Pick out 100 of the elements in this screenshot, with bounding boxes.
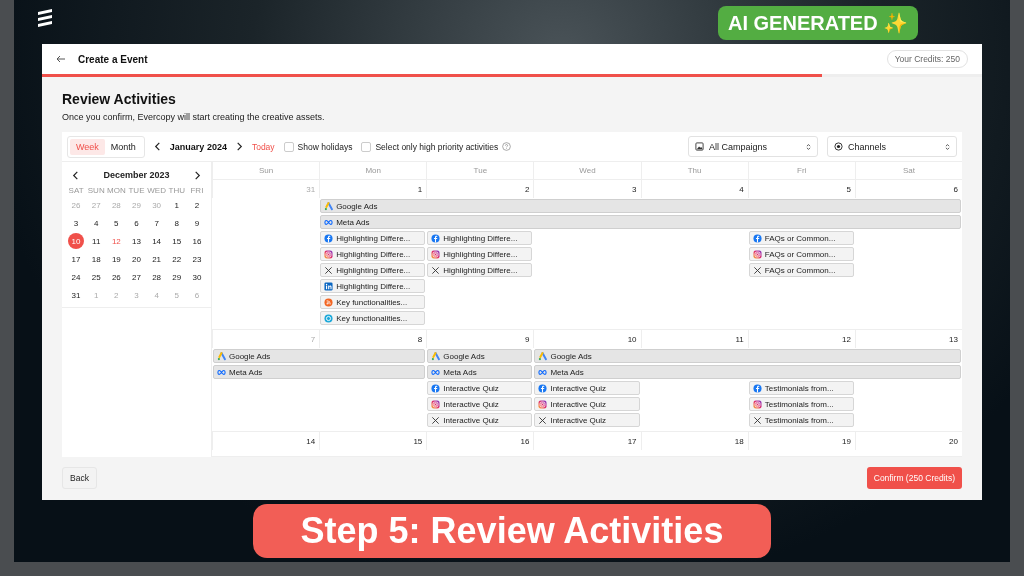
day-number: 4 xyxy=(739,184,744,194)
date-cell[interactable]: 8 xyxy=(168,215,185,231)
checkbox-label: Select only high priority activities xyxy=(375,141,499,152)
activity-chip[interactable]: Testimonials from... xyxy=(748,413,854,427)
date-cell[interactable]: 17 xyxy=(68,251,85,267)
activity-chip[interactable]: Highlighting Differe... xyxy=(320,247,426,261)
activity-chip[interactable]: Key functionalities... xyxy=(320,311,426,325)
camera-icon xyxy=(538,399,548,409)
x-mark-icon xyxy=(752,265,762,275)
activity-chip[interactable]: Testimonials from... xyxy=(748,397,854,411)
camera-icon xyxy=(324,249,334,259)
day-number: 31 xyxy=(306,184,316,194)
date-cell[interactable]: 14 xyxy=(148,233,165,249)
activity-chip[interactable]: Interactive Quiz xyxy=(427,413,533,427)
campaign-bar[interactable]: Meta Ads xyxy=(320,215,961,229)
date-cell[interactable]: 20 xyxy=(128,251,145,267)
activity-chip[interactable]: FAQs or Common... xyxy=(748,247,854,261)
date-cell[interactable]: 6 xyxy=(128,215,145,231)
date-cell[interactable]: 1 xyxy=(168,197,185,213)
activity-chip[interactable]: Key functionalities... xyxy=(320,295,426,309)
activity-chip[interactable]: FAQs or Common... xyxy=(748,263,854,277)
activity-chip[interactable]: Highlighting Differe... xyxy=(320,231,426,245)
date-cell[interactable]: 13 xyxy=(128,233,145,249)
campaign-bar[interactable]: Google Ads xyxy=(427,349,533,363)
date-cell[interactable]: 27 xyxy=(128,269,145,285)
page-title: Review Activities xyxy=(62,91,177,107)
activity-chip[interactable]: Interactive Quiz xyxy=(534,381,640,395)
day-number: 13 xyxy=(949,334,958,344)
day-number: 15 xyxy=(413,436,423,446)
date-cell[interactable]: 10 xyxy=(68,233,85,249)
camera-icon xyxy=(431,249,441,259)
date-cell[interactable]: 26 xyxy=(108,269,125,285)
activity-chip[interactable]: FAQs or Common... xyxy=(748,231,854,245)
infinity-icon xyxy=(431,367,441,377)
activity-chip[interactable]: Interactive Quiz xyxy=(427,381,533,395)
date-cell[interactable]: 12 xyxy=(108,233,125,249)
date-cell[interactable]: 7 xyxy=(148,215,165,231)
checkbox[interactable] xyxy=(283,141,294,152)
day-number: 5 xyxy=(846,184,851,194)
weekday-header: Mon xyxy=(319,162,427,180)
day-number: 20 xyxy=(949,436,958,446)
previous-month-icon[interactable] xyxy=(72,170,79,180)
activity-chip[interactable]: Interactive Quiz xyxy=(534,413,640,427)
date-cell[interactable]: 16 xyxy=(188,233,205,249)
back-button[interactable]: Back xyxy=(62,467,97,489)
weekday-header: Fri xyxy=(747,162,855,180)
day-number: 6 xyxy=(953,184,958,194)
campaign-bar[interactable]: Google Ads xyxy=(534,349,961,363)
filter-select[interactable]: All Campaigns xyxy=(688,136,818,157)
date-cell[interactable]: 29 xyxy=(168,269,185,285)
campaign-bar[interactable]: Meta Ads xyxy=(427,365,533,379)
campaign-bar[interactable]: Google Ads xyxy=(320,199,961,213)
date-cell[interactable]: 22 xyxy=(168,251,185,267)
weekday-label: SUN xyxy=(87,186,105,195)
checkbox[interactable] xyxy=(361,141,372,152)
f-circle-icon xyxy=(431,383,441,393)
activity-chip[interactable]: Highlighting Differe... xyxy=(320,263,426,277)
view-tab[interactable]: Month xyxy=(104,138,142,155)
activity-chip[interactable]: Testimonials from... xyxy=(748,381,854,395)
activity-chip[interactable]: Interactive Quiz xyxy=(534,397,640,411)
activity-chip[interactable]: Highlighting Differe... xyxy=(427,263,533,277)
feed-icon xyxy=(324,297,334,307)
in-square-icon xyxy=(324,281,334,291)
date-cell[interactable]: 23 xyxy=(188,251,205,267)
logo-icon xyxy=(36,8,54,28)
previous-icon[interactable] xyxy=(153,142,161,151)
date-cell[interactable]: 30 xyxy=(188,269,205,285)
date-cell[interactable]: 18 xyxy=(88,251,105,267)
date-cell[interactable]: 11 xyxy=(88,233,105,249)
day-number: 17 xyxy=(627,436,637,446)
date-cell[interactable]: 24 xyxy=(68,269,85,285)
next-month-icon[interactable] xyxy=(194,170,201,180)
today-link[interactable]: Today xyxy=(251,141,275,152)
date-cell[interactable]: 15 xyxy=(168,233,185,249)
date-cell[interactable]: 28 xyxy=(148,269,165,285)
radio-icon xyxy=(834,142,843,151)
date-cell[interactable]: 25 xyxy=(88,269,105,285)
next-icon[interactable] xyxy=(235,142,243,151)
date-cell[interactable]: 31 xyxy=(68,287,85,303)
filter-select[interactable]: Channels xyxy=(827,136,957,157)
back-arrow-icon[interactable] xyxy=(56,55,66,63)
date-cell[interactable]: 19 xyxy=(108,251,125,267)
date-cell[interactable]: 4 xyxy=(88,215,105,231)
day-number: 8 xyxy=(417,334,423,344)
campaign-bar[interactable]: Meta Ads xyxy=(534,365,961,379)
activity-chip[interactable]: Highlighting Differe... xyxy=(427,247,533,261)
activity-chip[interactable]: Interactive Quiz xyxy=(427,397,533,411)
date-cell[interactable]: 9 xyxy=(188,215,205,231)
campaign-bar[interactable]: Google Ads xyxy=(213,349,426,363)
activity-chip[interactable]: Highlighting Differe... xyxy=(320,279,426,293)
date-cell[interactable]: 2 xyxy=(188,197,205,213)
step-banner: Step 5: Review Activities xyxy=(253,504,771,558)
date-cell[interactable]: 5 xyxy=(108,215,125,231)
confirm-button[interactable]: Confirm (250 Credits) xyxy=(866,467,962,489)
day-number: 12 xyxy=(841,334,851,344)
campaign-bar[interactable]: Meta Ads xyxy=(213,365,426,379)
chat-circle-icon xyxy=(324,313,334,323)
date-cell[interactable]: 21 xyxy=(148,251,165,267)
date-cell[interactable]: 3 xyxy=(68,215,85,231)
activity-chip[interactable]: Highlighting Differe... xyxy=(427,231,533,245)
